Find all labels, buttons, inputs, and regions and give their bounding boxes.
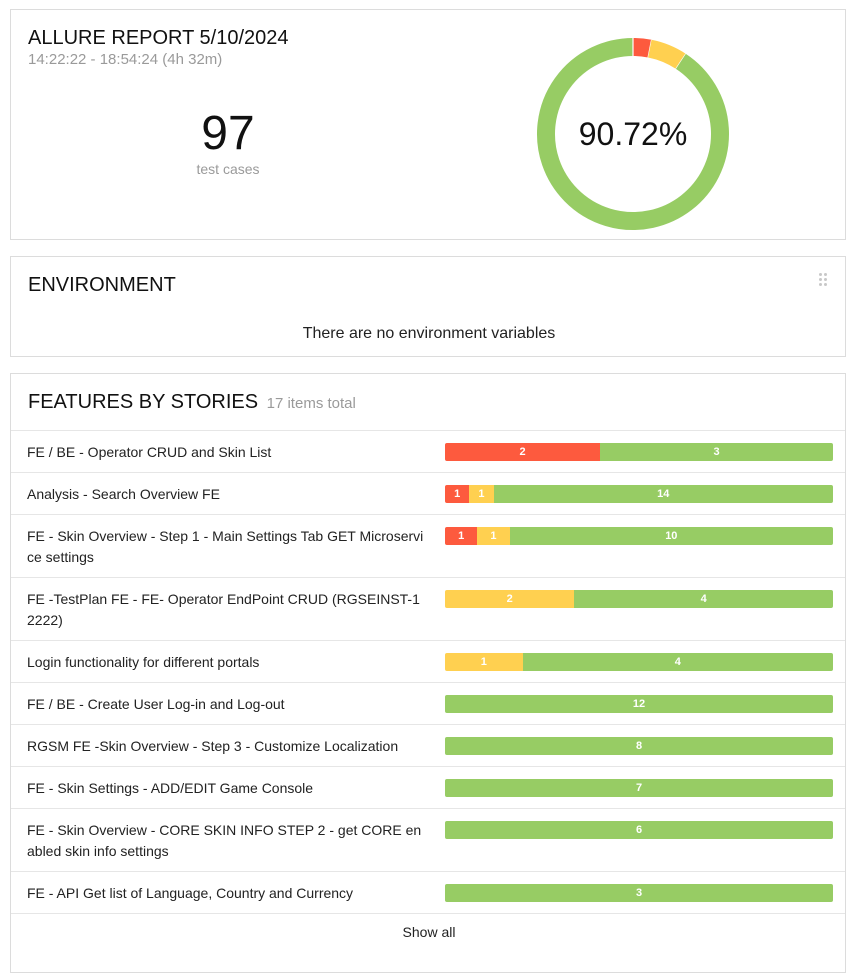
features-item-count: 17 items total [266, 395, 356, 412]
feature-status-bar[interactable]: 7 [445, 779, 833, 797]
drag-handle-icon[interactable] [819, 273, 829, 287]
environment-title: ENVIRONMENT [28, 274, 176, 296]
bar-segment-passed[interactable]: 4 [574, 590, 833, 608]
feature-status-bar[interactable]: 8 [445, 737, 833, 755]
feature-status-bar[interactable]: 1 1 14 [445, 485, 833, 503]
feature-row-label: FE -TestPlan FE - FE- Operator EndPoint … [27, 591, 420, 628]
feature-status-bar[interactable]: 3 [445, 884, 833, 902]
bar-segment-passed[interactable]: 7 [445, 779, 833, 797]
features-header: FEATURES BY STORIES 17 items total [11, 374, 845, 431]
bar-segment-passed[interactable]: 6 [445, 821, 833, 839]
feature-row[interactable]: RGSM FE -Skin Overview - Step 3 - Custom… [11, 725, 845, 767]
feature-row[interactable]: FE / BE - Create User Log-in and Log-out… [11, 683, 845, 725]
bar-segment-broken[interactable]: 1 [477, 527, 510, 545]
bar-segment-passed[interactable]: 4 [522, 653, 833, 671]
show-all-link[interactable]: Show all [11, 924, 847, 940]
bar-segment-broken[interactable]: 1 [469, 485, 494, 503]
feature-row[interactable]: FE - Skin Settings - ADD/EDIT Game Conso… [11, 767, 845, 809]
bar-segment-failed[interactable]: 2 [445, 443, 601, 461]
feature-row-label: FE - Skin Settings - ADD/EDIT Game Conso… [27, 780, 314, 796]
feature-status-bar[interactable]: 24 [445, 590, 833, 608]
feature-row-label: FE - Skin Overview - Step 1 - Main Setti… [27, 528, 424, 565]
feature-status-bar[interactable]: 1 1 10 [445, 527, 833, 545]
bar-segment-broken[interactable]: 2 [445, 590, 575, 608]
pass-rate-donut[interactable]: 90.72% [535, 36, 731, 232]
feature-row[interactable]: Login functionality for different portal… [11, 641, 845, 683]
environment-empty-message: There are no environment variables [302, 325, 556, 342]
environment-widget: ENVIRONMENT There are no environment var… [10, 256, 846, 357]
feature-row[interactable]: FE -TestPlan FE - FE- Operator EndPoint … [11, 578, 845, 641]
report-title: ALLURE REPORT 5/10/2024 [28, 27, 289, 49]
feature-row-label: Login functionality for different portal… [27, 654, 260, 670]
feature-status-bar[interactable]: 23 [445, 443, 833, 461]
bar-segment-passed[interactable]: 14 [493, 485, 833, 503]
feature-row-label: FE - Skin Overview - CORE SKIN INFO STEP… [27, 822, 422, 859]
bar-segment-passed[interactable]: 8 [445, 737, 833, 755]
summary-widget: ALLURE REPORT 5/10/2024 14:22:22 - 18:54… [10, 9, 846, 240]
bar-segment-passed[interactable]: 3 [600, 443, 833, 461]
feature-row[interactable]: FE - API Get list of Language, Country a… [11, 872, 845, 914]
bar-segment-passed[interactable]: 10 [509, 527, 833, 545]
feature-row[interactable]: FE - Skin Overview - CORE SKIN INFO STEP… [11, 809, 845, 872]
feature-status-bar[interactable]: 6 [445, 821, 833, 839]
feature-list: FE / BE - Operator CRUD and Skin List 2 3 A… [11, 431, 845, 914]
bar-segment-failed[interactable]: 1 [445, 485, 470, 503]
feature-row[interactable]: FE / BE - Operator CRUD and Skin List 2 3 [11, 431, 845, 473]
bar-segment-passed[interactable]: 12 [445, 695, 833, 713]
feature-row-label: FE / BE - Operator CRUD and Skin List [27, 444, 272, 460]
feature-status-bar[interactable]: 12 [445, 695, 833, 713]
feature-row-label: FE / BE - Create User Log-in and Log-out [27, 696, 285, 712]
test-case-count: 97 [201, 107, 255, 160]
feature-row[interactable]: FE - Skin Overview - Step 1 - Main Setti… [11, 515, 845, 578]
bar-segment-failed[interactable]: 1 [445, 527, 478, 545]
feature-row-label: FE - API Get list of Language, Country a… [27, 885, 354, 901]
report-time-range: 14:22:22 - 18:54:24 (4h 32m) [28, 51, 223, 68]
bar-segment-broken[interactable]: 1 [445, 653, 523, 671]
features-title: FEATURES BY STORIES 17 items total [28, 391, 356, 414]
bar-segment-passed[interactable]: 3 [445, 884, 833, 902]
test-case-count-label: test cases [196, 161, 260, 177]
feature-row[interactable]: Analysis - Search Overview FE 1 1 14 [11, 473, 845, 515]
features-title-text: FEATURES BY STORIES [28, 391, 259, 413]
feature-status-bar[interactable]: 14 [445, 653, 833, 671]
features-by-stories-widget: FEATURES BY STORIES 17 items total FE / … [10, 373, 846, 973]
feature-row-label: Analysis - Search Overview FE [27, 486, 220, 502]
pass-rate-value: 90.72% [578, 116, 688, 152]
feature-row-label: RGSM FE -Skin Overview - Step 3 - Custom… [27, 738, 399, 754]
